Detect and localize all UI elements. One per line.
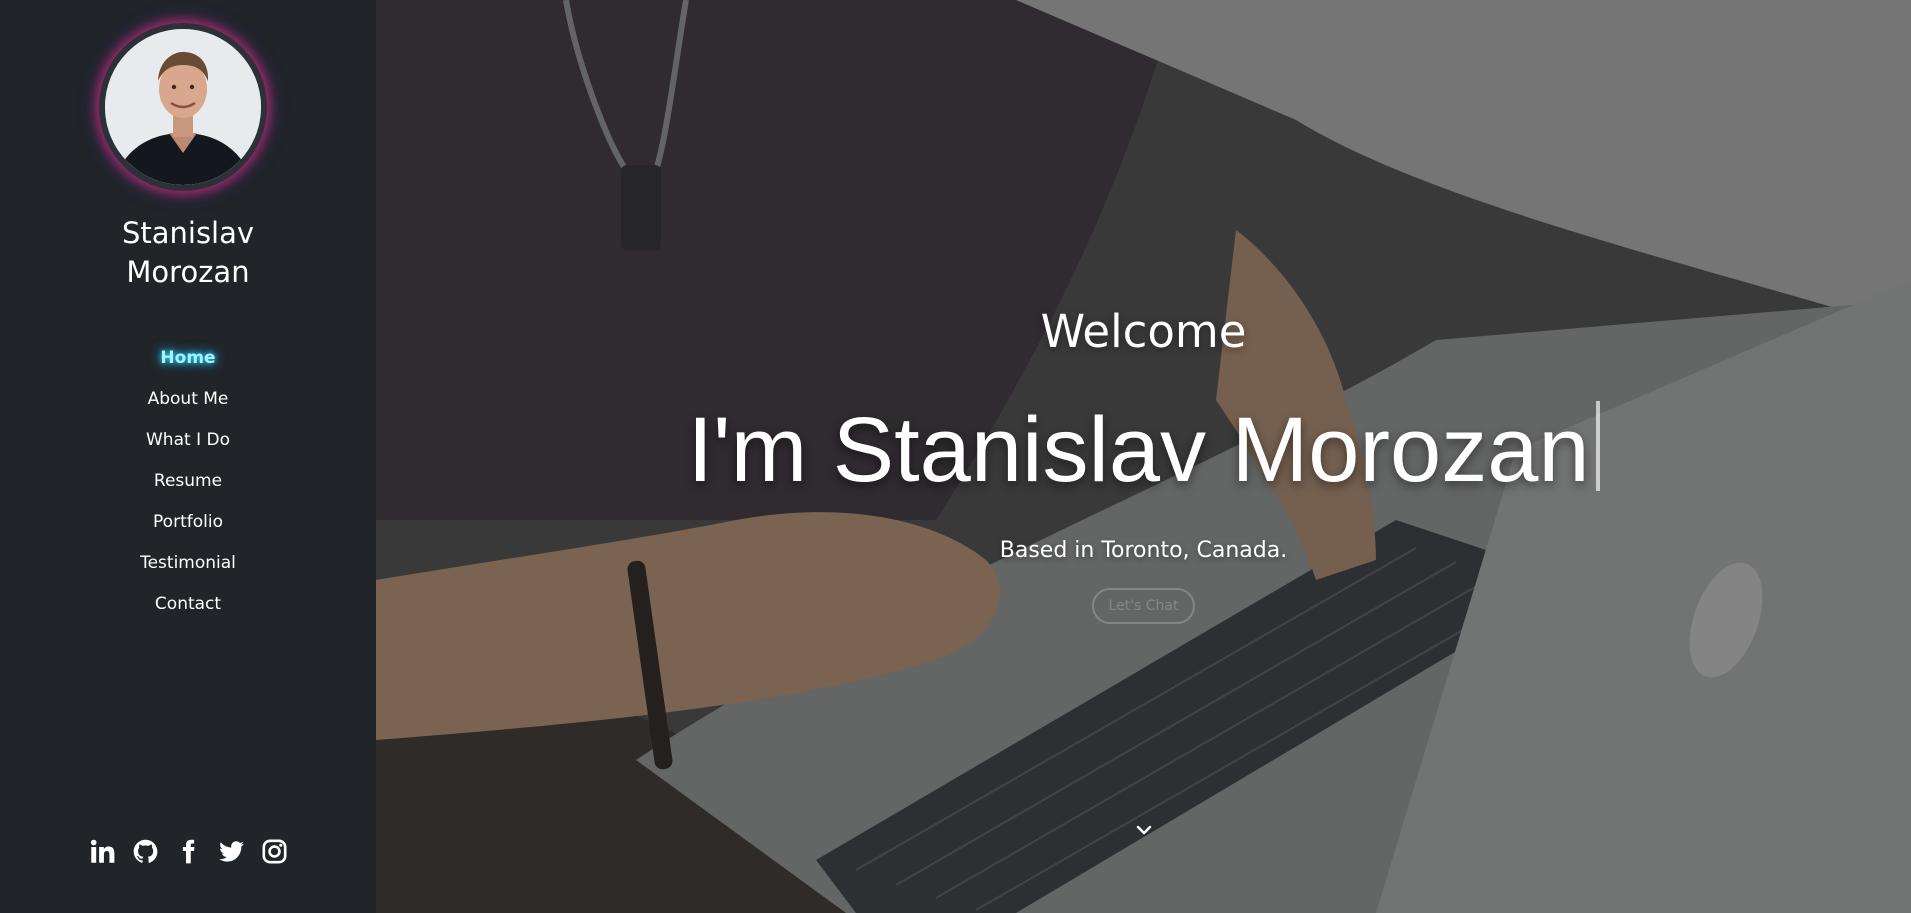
nav-item-portfolio[interactable]: Portfolio (0, 502, 376, 543)
nav-item-testimonial[interactable]: Testimonial (0, 543, 376, 584)
hero-content: Welcome I'm Stanislav Morozan Based in T… (376, 0, 1911, 913)
nav-item-what-i-do[interactable]: What I Do (0, 420, 376, 461)
welcome-heading: Welcome (1040, 305, 1247, 358)
nav-item-resume[interactable]: Resume (0, 461, 376, 502)
social-links (0, 838, 376, 865)
location-text: Based in Toronto, Canada. (999, 538, 1288, 563)
chevron-down-icon[interactable] (1132, 818, 1156, 842)
avatar (105, 29, 261, 185)
sidebar: Stanislav Morozan Home About Me What I D… (0, 0, 376, 913)
main-nav: Home About Me What I Do Resume Portfolio… (0, 338, 376, 625)
instagram-icon[interactable] (261, 838, 288, 865)
typing-cursor (1595, 401, 1600, 491)
lets-chat-button[interactable]: Let's Chat (1092, 588, 1195, 624)
hero-section: Welcome I'm Stanislav Morozan Based in T… (376, 0, 1911, 913)
person-name: Stanislav Morozan (0, 214, 376, 292)
facebook-icon[interactable] (175, 838, 202, 865)
avatar-ring (99, 23, 267, 191)
person-name-first: Stanislav (121, 216, 255, 250)
hero-headline-text: I'm Stanislav Morozan (687, 399, 1590, 501)
twitter-icon[interactable] (218, 838, 245, 865)
linkedin-icon[interactable] (89, 838, 116, 865)
page: Stanislav Morozan Home About Me What I D… (0, 0, 1911, 913)
github-icon[interactable] (132, 838, 159, 865)
nav-item-contact[interactable]: Contact (0, 584, 376, 625)
hero-headline: I'm Stanislav Morozan (376, 398, 1911, 502)
nav-item-home[interactable]: Home (0, 338, 376, 379)
nav-item-about-me[interactable]: About Me (0, 379, 376, 420)
profile-photo (105, 29, 261, 185)
person-name-last: Morozan (126, 255, 250, 289)
